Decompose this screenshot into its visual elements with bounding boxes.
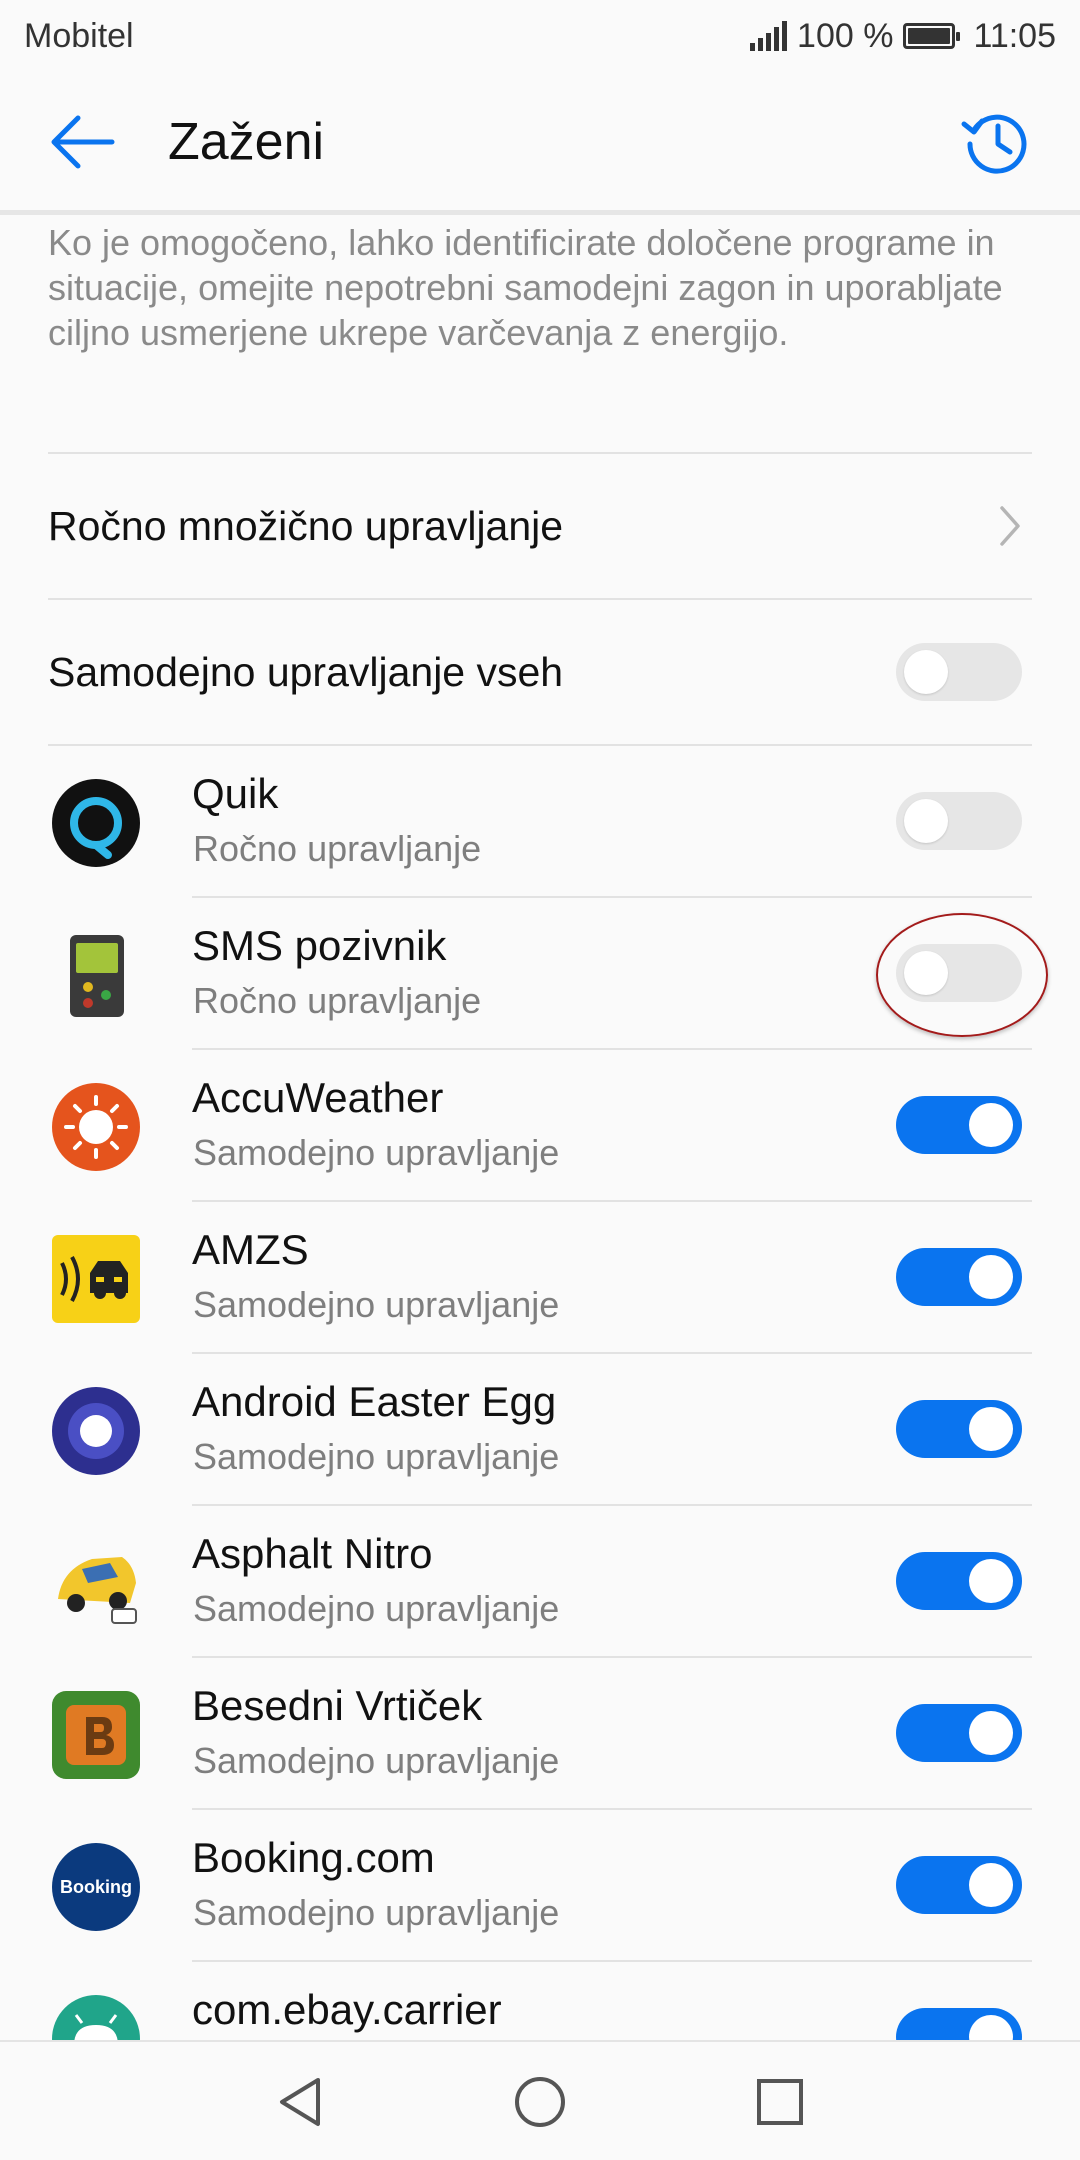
auto-all-toggle[interactable] (896, 643, 1022, 701)
toggle-knob (904, 650, 948, 694)
app-mode: Samodejno upravljanje (193, 1892, 560, 1933)
app-toggle[interactable] (896, 1856, 1022, 1914)
app-row-accuweather[interactable]: AccuWeather Samodejno upravljanje (0, 1050, 1080, 1202)
quik-icon (52, 779, 140, 867)
app-toggle[interactable] (896, 1248, 1022, 1306)
nav-home-circle-icon[interactable] (510, 2072, 570, 2132)
auto-all-label: Samodejno upravljanje vseh (48, 648, 564, 695)
description-text: Ko je omogočeno, lahko identificirate do… (48, 222, 1003, 353)
asphalt-car-icon (58, 1557, 137, 1624)
app-name: Besedni Vrtiček (192, 1682, 483, 1729)
easter-egg-ring-icon (52, 1387, 140, 1475)
carrier-name: Mobitel (24, 16, 134, 55)
manual-batch-row[interactable]: Ročno množično upravljanje (48, 454, 1032, 598)
app-toggle[interactable] (896, 1552, 1022, 1610)
app-row-besedni-vrticek[interactable]: Besedni Vrtiček Samodejno upravljanje (0, 1658, 1080, 1810)
back-button[interactable] (48, 112, 118, 172)
app-mode: Samodejno upravljanje (193, 1436, 560, 1477)
signal-icon (750, 21, 788, 51)
app-toggle[interactable] (896, 1400, 1022, 1458)
toolbar-divider (0, 210, 1080, 215)
app-mode: Samodejno upravljanje (193, 1132, 560, 1173)
app-name: Android Easter Egg (192, 1378, 557, 1425)
app-row-amzs[interactable]: AMZS Samodejno upravljanje (0, 1202, 1080, 1354)
toggle-knob (969, 1255, 1013, 1299)
booking-icon: Booking (52, 1843, 140, 1931)
toggle-knob (969, 1559, 1013, 1603)
history-button[interactable] (960, 106, 1032, 178)
nav-back-triangle-icon[interactable] (270, 2072, 330, 2132)
toolbar: Zaženi (0, 72, 1080, 212)
app-row-android-easter-egg[interactable]: Android Easter Egg Samodejno upravljanje (0, 1354, 1080, 1506)
letter-b-tile-icon (52, 1691, 140, 1779)
history-clock-icon (961, 114, 1027, 174)
clock: 11:05 (973, 16, 1056, 55)
toggle-knob (969, 1103, 1013, 1147)
toggle-knob (904, 799, 948, 843)
pager-icon (70, 935, 124, 1017)
manual-batch-label: Ročno množično upravljanje (48, 502, 564, 549)
toggle-knob (969, 1711, 1013, 1755)
app-name: com.ebay.carrier (192, 1986, 502, 2033)
app-name: AccuWeather (192, 1074, 444, 1121)
app-mode: Samodejno upravljanje (193, 1588, 560, 1629)
app-mode: Ročno upravljanje (193, 828, 482, 869)
app-name: AMZS (192, 1226, 309, 1273)
nav-recents-square-icon[interactable] (750, 2072, 810, 2132)
app-name: Quik (192, 770, 279, 817)
booking-icon-text: Booking (60, 1876, 132, 1897)
accuweather-sun-icon (52, 1083, 140, 1171)
app-toggle[interactable] (896, 792, 1022, 850)
app-mode: Samodejno upravljanje (193, 1740, 560, 1781)
auto-all-row: Samodejno upravljanje vseh (48, 600, 1032, 744)
amzs-car-icon (52, 1235, 140, 1323)
battery-icon (903, 23, 961, 49)
app-toggle[interactable] (896, 1704, 1022, 1762)
app-row-booking[interactable]: Booking Booking.com Samodejno upravljanj… (0, 1810, 1080, 1962)
chevron-right-icon (1000, 506, 1020, 546)
toggle-knob (969, 1407, 1013, 1451)
status-indicators: 100 % 11:05 (750, 17, 1056, 56)
app-name: Asphalt Nitro (192, 1530, 433, 1577)
app-row-quik[interactable]: Quik Ročno upravljanje (0, 746, 1080, 898)
app-name: SMS pozivnik (192, 922, 447, 969)
status-bar: Mobitel 100 % 11:05 (0, 0, 1080, 72)
battery-percent: 100 % (797, 16, 894, 55)
app-row-asphalt-nitro[interactable]: Asphalt Nitro Samodejno upravljanje (0, 1506, 1080, 1658)
navigation-bar (0, 2040, 1080, 2160)
arrow-left-icon (51, 115, 115, 169)
app-toggle[interactable] (896, 1096, 1022, 1154)
page-title: Zaženi (168, 113, 325, 171)
highlight-ring-annotation (876, 913, 1048, 1037)
app-mode: Samodejno upravljanje (193, 1284, 560, 1325)
app-mode: Ročno upravljanje (193, 980, 482, 1021)
toggle-knob (969, 1863, 1013, 1907)
app-name: Booking.com (192, 1834, 435, 1881)
